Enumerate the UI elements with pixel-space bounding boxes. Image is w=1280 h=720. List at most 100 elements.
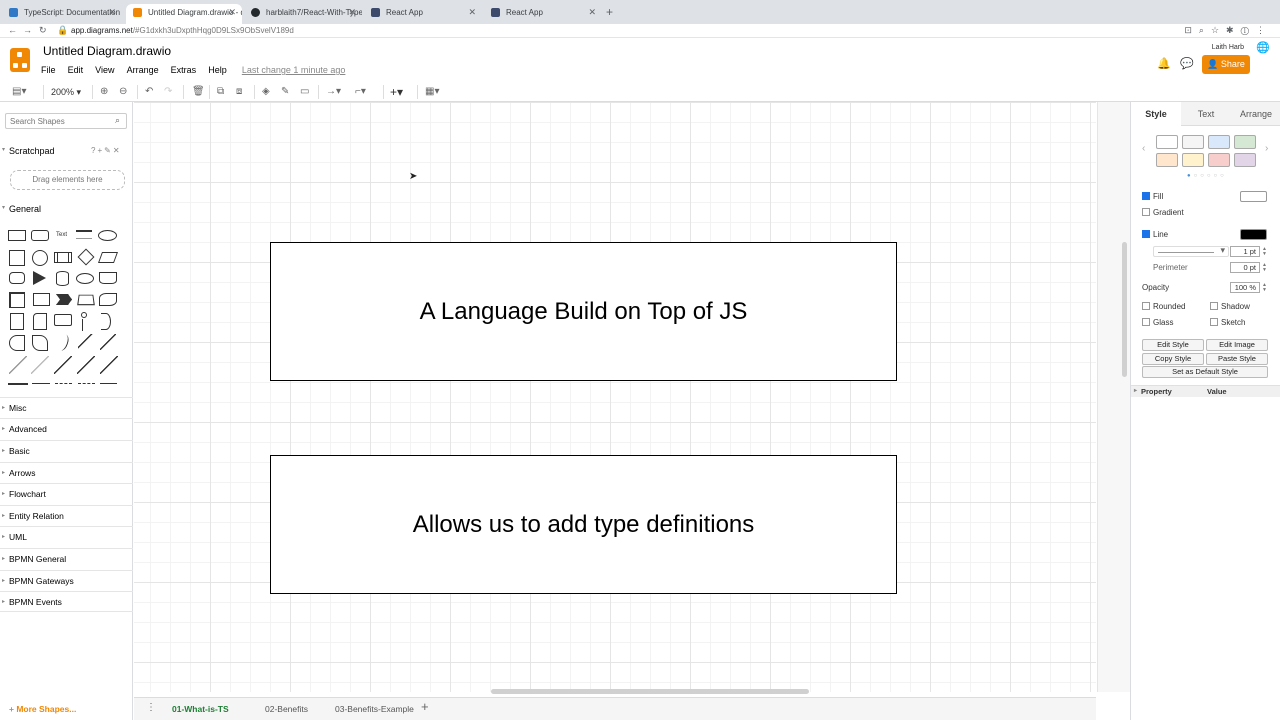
opacity-spinner-icon[interactable]: ▲ ▼	[1262, 283, 1267, 293]
collapse-arrow-icon[interactable]: ▾	[2, 146, 5, 153]
insert-icon[interactable]: +▾	[390, 85, 403, 99]
parallelogram-shape[interactable]	[97, 252, 119, 263]
browser-tab[interactable]: harblaith7/React-With-TypeSc ✕	[244, 4, 362, 24]
horizontal-scroll-thumb[interactable]	[491, 689, 809, 694]
page-tab-01[interactable]: 01-What-is-TS	[172, 702, 229, 716]
category-flowchart[interactable]: Flowchart	[0, 483, 133, 505]
note-shape[interactable]	[10, 313, 24, 330]
sketch-row[interactable]: Sketch	[1210, 318, 1245, 327]
menu-extras[interactable]: Extras	[171, 65, 197, 75]
category-bpmn-general[interactable]: BPMN General	[0, 548, 133, 570]
gradient-checkbox[interactable]	[1142, 208, 1150, 216]
browser-action-icons[interactable]: ⊡⌕☆✱ⓛ⋮	[1184, 24, 1272, 37]
edit-image-button[interactable]: Edit Image	[1206, 339, 1268, 351]
hexagon-shape[interactable]	[9, 272, 25, 284]
paste-style-button[interactable]: Paste Style	[1206, 353, 1268, 365]
style-swatch[interactable]	[1234, 153, 1256, 167]
notification-bell-icon[interactable]: 🔔	[1157, 57, 1171, 70]
menu-arrange[interactable]: Arrange	[127, 65, 159, 75]
gradient-row[interactable]: Gradient	[1142, 208, 1184, 217]
trapezoid-shape[interactable]	[77, 294, 95, 306]
menu-help[interactable]: Help	[208, 65, 227, 75]
directional-connector-shape[interactable]	[100, 356, 118, 374]
category-basic[interactable]: Basic	[0, 440, 133, 462]
triangle-shape[interactable]	[33, 271, 46, 285]
line-row[interactable]: Line	[1142, 230, 1168, 239]
collapse-arrow-icon[interactable]: ▾	[2, 204, 5, 211]
style-swatch[interactable]	[1156, 135, 1178, 149]
close-tab-icon[interactable]: ✕	[468, 4, 476, 21]
or-shape[interactable]	[101, 313, 111, 330]
search-icon[interactable]: ⌕	[115, 115, 120, 126]
close-tab-icon[interactable]: ✕	[588, 4, 596, 21]
forward-icon[interactable]: →	[23, 24, 32, 37]
edit-style-button[interactable]: Edit Style	[1142, 339, 1204, 351]
copy-style-button[interactable]: Copy Style	[1142, 353, 1204, 365]
text-shape[interactable]: Text	[56, 230, 68, 240]
page-tab-03[interactable]: 03-Benefits-Example	[335, 702, 414, 716]
glass-row[interactable]: Glass	[1142, 318, 1173, 327]
cube-shape[interactable]	[33, 293, 50, 306]
browser-tab[interactable]: React App ✕	[364, 4, 482, 24]
cloud-shape[interactable]	[76, 273, 94, 284]
delete-icon[interactable]: 🗑	[192, 85, 205, 99]
line-pattern-select[interactable]	[1153, 245, 1229, 257]
arrow-shape[interactable]	[100, 334, 116, 350]
fill-color-picker[interactable]	[1240, 191, 1267, 202]
user-name[interactable]: Laith Harb	[1212, 44, 1244, 51]
scratchpad-actions-icons[interactable]: ?+✎✕	[91, 146, 122, 155]
dotted-line-shape[interactable]	[31, 356, 49, 374]
circle-shape[interactable]	[32, 250, 48, 266]
url-field[interactable]: app.diagrams.net/#G1dxkh3uDxpthHqg0D9LSx…	[71, 24, 294, 37]
zoom-select[interactable]: 200% ▾	[51, 85, 81, 99]
rectangle-shape[interactable]	[8, 230, 26, 241]
fill-checkbox[interactable]	[1142, 192, 1150, 200]
ellipse-shape[interactable]	[98, 230, 117, 241]
scratchpad-drop-zone[interactable]: Drag elements here	[10, 170, 125, 190]
card-shape[interactable]	[33, 313, 47, 330]
share-button[interactable]: 👤 Share	[1202, 55, 1250, 74]
sketch-checkbox[interactable]	[1210, 318, 1218, 326]
menu-edit[interactable]: Edit	[68, 65, 84, 75]
style-swatch[interactable]	[1234, 135, 1256, 149]
process-shape[interactable]	[54, 252, 72, 263]
category-arrows[interactable]: Arrows	[0, 462, 133, 484]
vertical-scrollbar[interactable]	[1097, 102, 1130, 692]
style-swatch[interactable]	[1182, 135, 1204, 149]
undo-icon[interactable]: ↶	[145, 85, 153, 99]
curve-shape[interactable]	[55, 332, 71, 353]
connector-with-label-shape[interactable]	[32, 383, 50, 384]
line-color-picker[interactable]	[1240, 229, 1267, 240]
line-checkbox[interactable]	[1142, 230, 1150, 238]
search-shapes-input[interactable]	[5, 113, 127, 129]
browser-tab-active[interactable]: Untitled Diagram.drawio - diag ✕	[126, 4, 242, 24]
fill-color-icon[interactable]: ◈	[262, 85, 270, 99]
callout-shape[interactable]	[54, 314, 72, 326]
shadow-row[interactable]: Shadow	[1210, 302, 1250, 311]
category-bpmn-events[interactable]: BPMN Events	[0, 591, 133, 613]
pages-menu-icon[interactable]: ⋮	[146, 702, 156, 713]
swatch-prev-icon[interactable]: ‹	[1142, 143, 1145, 154]
diagram-box[interactable]: Allows us to add type definitions	[270, 455, 897, 594]
display-shape[interactable]	[32, 335, 48, 351]
line-width-input[interactable]: 1 pt	[1230, 246, 1260, 257]
general-palette-title[interactable]: General	[9, 204, 41, 214]
category-advanced[interactable]: Advanced	[0, 418, 133, 440]
square-shape[interactable]	[9, 250, 25, 266]
browser-tab[interactable]: React App ✕	[484, 4, 602, 24]
tab-style[interactable]: Style	[1131, 102, 1181, 126]
more-shapes-button[interactable]: + More Shapes...	[9, 704, 76, 714]
waypoints-icon[interactable]: ⌐▾	[355, 85, 366, 99]
swatch-next-icon[interactable]: ›	[1265, 143, 1268, 154]
internal-storage-shape[interactable]	[9, 292, 25, 308]
document-title[interactable]: Untitled Diagram.drawio	[43, 44, 171, 58]
comments-icon[interactable]: 💬	[1180, 57, 1194, 70]
close-tab-icon[interactable]: ✕	[228, 4, 236, 21]
page-tab-02[interactable]: 02-Benefits	[265, 702, 308, 716]
actor-body-shape[interactable]	[82, 319, 86, 331]
connection-style-icon[interactable]: →▾	[326, 85, 341, 99]
category-entity-relation[interactable]: Entity Relation	[0, 505, 133, 527]
diagram-box[interactable]: A Language Build on Top of JS	[270, 242, 897, 381]
lock-icon[interactable]: 🔒	[57, 24, 68, 37]
menu-file[interactable]: File	[41, 65, 56, 75]
